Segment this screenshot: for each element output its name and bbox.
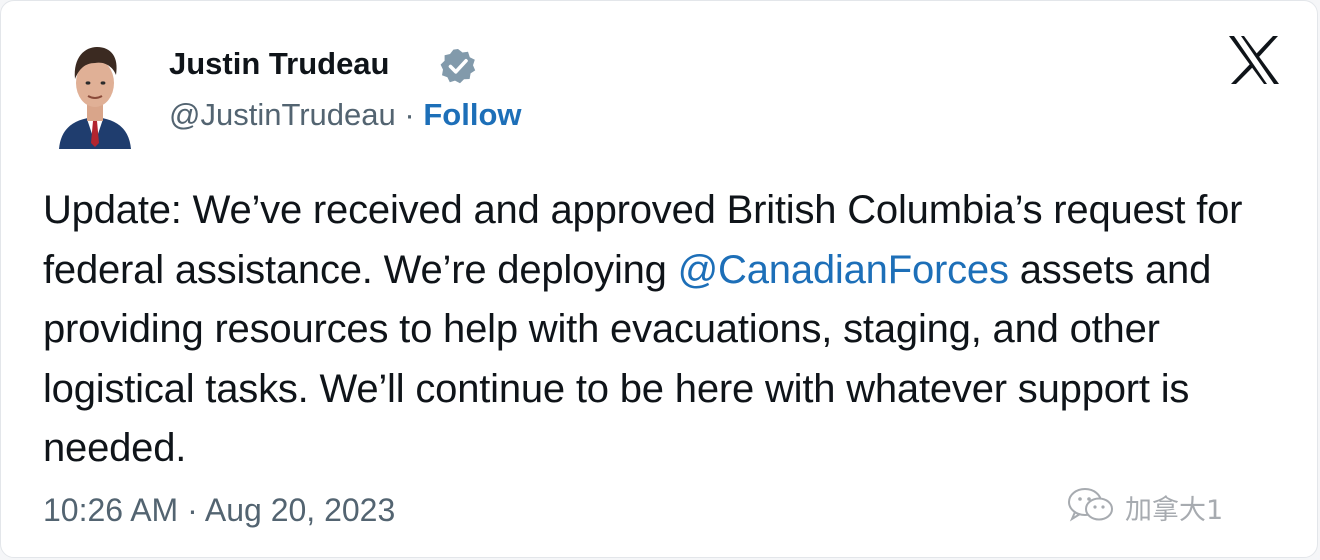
x-logo-icon[interactable] <box>1227 35 1281 85</box>
tweet-time: 10:26 AM <box>43 492 179 528</box>
handle-row: @JustinTrudeau · Follow <box>169 95 522 135</box>
timestamp-separator: · <box>187 492 198 528</box>
avatar[interactable] <box>53 39 137 149</box>
follow-button[interactable]: Follow <box>423 97 521 132</box>
watermark-text: 加拿大1 <box>1125 494 1224 526</box>
handle-separator: · <box>404 97 415 132</box>
timestamp[interactable]: 10:26 AM · Aug 20, 2023 <box>43 489 395 531</box>
tweet-card: Justin Trudeau @JustinTrudeau · Follow U… <box>0 0 1318 558</box>
watermark: 加拿大1 <box>1065 483 1223 531</box>
tweet-text: Update: We’ve received and approved Brit… <box>43 181 1293 479</box>
mention-link[interactable]: @CanadianForces <box>678 248 1009 292</box>
avatar-portrait-icon <box>59 47 131 149</box>
wechat-icon <box>1065 485 1117 530</box>
display-name[interactable]: Justin Trudeau <box>169 44 389 84</box>
tweet-date: Aug 20, 2023 <box>204 492 396 528</box>
handle[interactable]: @JustinTrudeau <box>169 97 396 132</box>
verified-badge-icon <box>439 47 477 85</box>
